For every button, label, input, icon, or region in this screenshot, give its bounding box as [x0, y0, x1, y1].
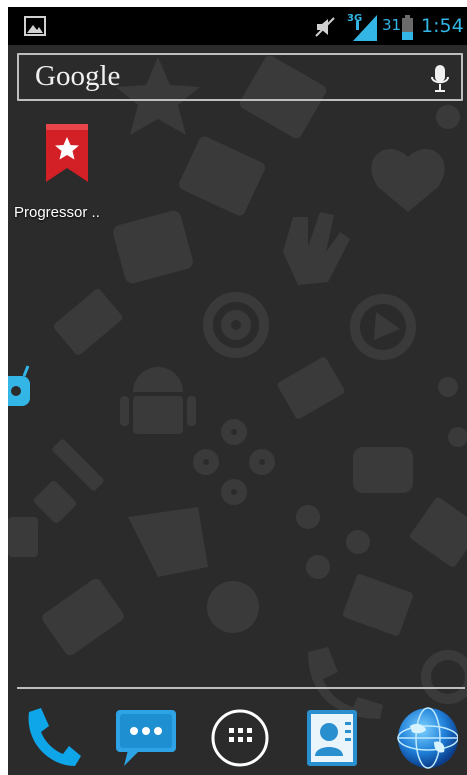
status-bar: 3G 31 1:54 — [8, 7, 467, 45]
battery-level-label: 31 — [382, 16, 402, 34]
messaging-icon[interactable] — [114, 704, 178, 770]
dock-divider — [17, 687, 465, 689]
phone-icon[interactable] — [19, 704, 83, 770]
red-bookmark-star-icon[interactable] — [44, 122, 90, 184]
app-drawer-icon[interactable] — [208, 704, 272, 770]
signal-strength-icon — [353, 15, 377, 41]
page-indicator-robot-icon — [8, 365, 30, 406]
progressor-shortcut[interactable]: Progressor .. — [14, 122, 124, 232]
browser-dock-item[interactable] — [394, 704, 459, 770]
muted-speaker-icon — [315, 17, 335, 37]
battery-icon — [402, 15, 413, 40]
image-icon — [24, 16, 46, 36]
app-drawer-dock-item[interactable] — [208, 704, 272, 770]
shortcut-label[interactable]: Progressor .. — [14, 204, 134, 221]
messaging-dock-item[interactable] — [114, 704, 178, 770]
contacts-icon[interactable] — [301, 704, 365, 770]
home-screen: 3G 31 1:54 Google Progressor .. — [8, 7, 467, 775]
phone-dock-item[interactable] — [19, 704, 83, 770]
clock: 1:54 — [421, 15, 464, 37]
globe-icon[interactable] — [394, 704, 459, 770]
google-search-bar[interactable]: Google — [17, 53, 463, 101]
microphone-icon[interactable] — [429, 64, 451, 94]
contacts-dock-item[interactable] — [301, 704, 365, 770]
google-logo-text[interactable]: Google — [35, 60, 120, 93]
